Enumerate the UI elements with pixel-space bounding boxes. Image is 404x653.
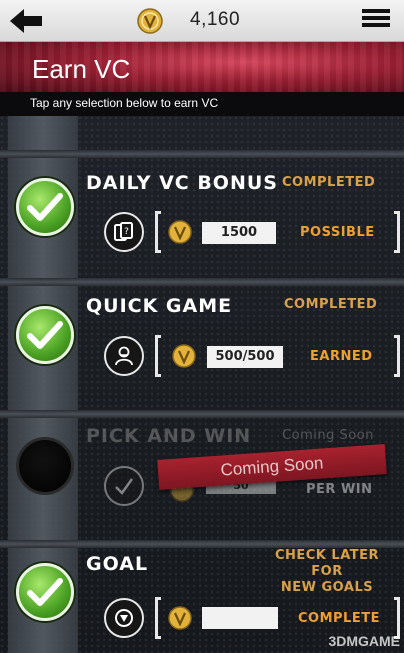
completed-check-icon [16, 178, 74, 236]
pending-circle-icon [16, 437, 74, 495]
vc-coin-icon [137, 8, 163, 34]
divider [0, 410, 404, 418]
item-title: DAILY VC BONUS [86, 172, 278, 194]
item-title: GOAL [86, 553, 149, 575]
status-line: NEW GOALS [280, 580, 374, 595]
divider [0, 540, 404, 548]
player-icon [104, 336, 144, 376]
vc-coin-icon [168, 220, 192, 244]
reward-label: COMPLETE [298, 611, 380, 626]
reward-label: POSSIBLE [300, 225, 375, 240]
reward-label: PER WIN [306, 482, 373, 497]
vc-coin-icon [168, 606, 192, 630]
page-subtitle: Tap any selection below to earn VC [30, 96, 219, 110]
page-title: Earn VC [32, 54, 131, 84]
back-arrow-icon[interactable] [8, 6, 44, 36]
menu-icon[interactable] [362, 9, 390, 33]
reward-value: 500/500 [207, 346, 283, 368]
item-status: CHECK LATER FOR NEW GOALS [262, 548, 392, 596]
vc-coin-icon [172, 344, 196, 368]
check-icon [104, 466, 144, 506]
reward-label: EARNED [310, 349, 373, 364]
completed-check-icon [16, 563, 74, 621]
item-status: Coming Soon [282, 428, 374, 443]
top-bar: 4,160 [0, 0, 404, 42]
watermark: 3DMGAME [328, 633, 400, 649]
reward-value [202, 607, 278, 629]
item-title: PICK AND WIN [86, 425, 252, 447]
vc-balance: 4,160 [190, 9, 241, 30]
item-title: QUICK GAME [86, 295, 233, 317]
reward-value: 1500 [202, 222, 276, 244]
completed-check-icon [16, 306, 74, 364]
item-status: COMPLETED [284, 297, 378, 312]
item-status: COMPLETED [282, 175, 376, 190]
divider [0, 278, 404, 286]
cards-icon: ? [104, 212, 144, 252]
svg-text:?: ? [124, 227, 129, 237]
status-line: CHECK LATER FOR [274, 548, 380, 579]
goal-icon [104, 598, 144, 638]
divider [0, 150, 404, 158]
